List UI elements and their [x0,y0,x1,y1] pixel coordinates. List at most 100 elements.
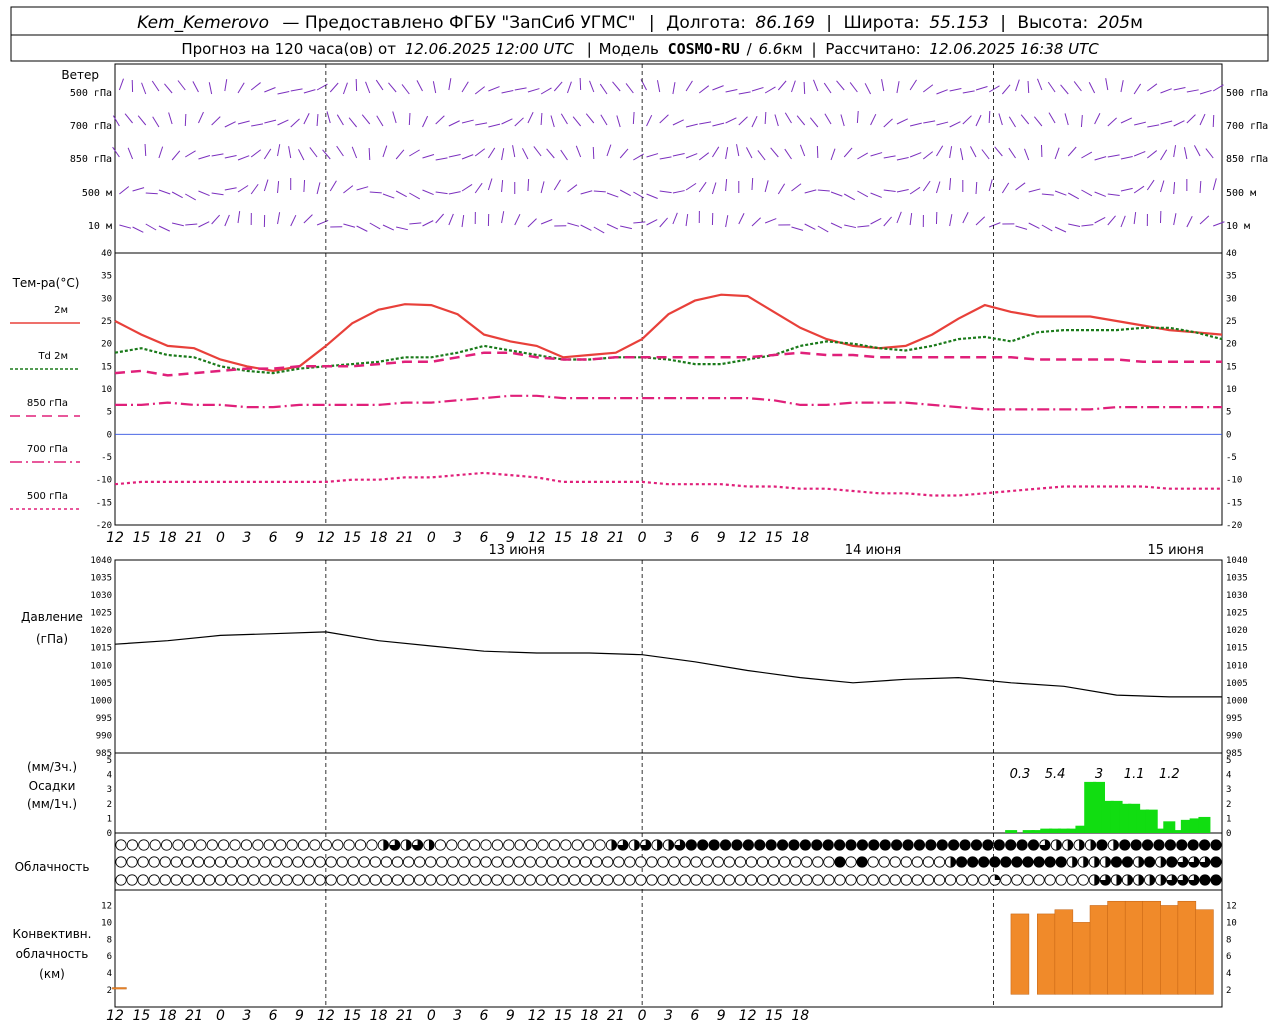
cloud-symbol-fill [978,856,989,868]
cloud-symbol [613,856,625,868]
cloud-symbol [537,839,549,851]
lat-label: Широта: [843,13,919,33]
wind-barb [277,119,289,126]
time-tick-label: 6 [269,1008,278,1024]
wind-barb [118,78,124,91]
wind-barb [736,144,740,157]
cloud-symbol-fill [1072,856,1078,868]
wind-barb [620,225,632,230]
wind-barb [659,217,668,228]
time-tick-label: 12 [528,1008,546,1024]
time-tick-label: 0 [216,530,225,546]
wind-barb [646,219,658,226]
time-tick-label: 6 [690,530,699,546]
wind-barb [1160,88,1172,94]
temp-series-line [114,471,1222,497]
cloud-symbol-fill [657,839,663,851]
wind-barb [909,186,921,195]
wind-barb [361,114,371,125]
cloud-symbol [226,856,238,868]
wind-barb [237,155,250,161]
cloud-symbol [845,874,857,886]
wind-barb [725,89,738,93]
cloud-symbol [889,874,901,886]
wind-barb [909,152,922,158]
cloud-symbol-fill [743,839,754,851]
cloud-symbol [259,874,271,886]
wind-barb [211,153,224,157]
wind-barb [461,119,474,124]
wind-barb [1133,83,1142,95]
wind-barb [796,115,806,126]
wind-barb [1094,156,1107,161]
temp-series-line [115,394,1222,411]
cloud-symbol-fill [1044,856,1056,868]
wind-barb [909,79,917,91]
cloud-symbol [380,874,393,886]
wind-barb [1120,80,1124,93]
convective-bar [1124,900,1144,995]
wind-barb [368,147,371,161]
cloud-symbol [591,856,603,868]
wind-barb [1028,188,1041,193]
wind-barb [870,152,883,157]
wind-barb [883,189,896,193]
cloud-symbol-fill [1142,839,1153,851]
cloud-symbol-fill [1187,839,1199,851]
cloud-symbol [115,839,127,851]
wind-barb [830,148,836,161]
cloud-symbol [229,839,241,851]
pressure-ytick-label: 990 [96,731,112,741]
wind-barb [599,83,608,95]
wind-barb [369,191,382,194]
cloud-symbol [922,874,935,886]
cloud-symbol [336,874,348,886]
cloud-symbol [447,856,459,868]
wind-barb [981,149,990,160]
wind-barb [592,146,595,160]
wind-barb [185,193,196,201]
convective-bar [112,987,127,990]
wind-barb [1173,213,1177,226]
lon-label: Долгота: [666,13,746,33]
wind-barb [1047,81,1056,93]
pressure-ytick-label: 1030 [90,591,112,601]
cloud-symbol [159,874,171,886]
cloud-symbol-fill [811,839,822,851]
model-name: COSMO-RU [668,40,740,58]
wind-barb [580,224,592,231]
wind-barb [365,81,371,94]
wind-barb [342,82,348,95]
cloud-symbol [126,856,138,868]
temp-ytick-label: 0 [1226,430,1231,440]
cloud-symbol [535,874,547,886]
wind-barb [168,112,173,125]
wind-barb [579,77,582,91]
wind-barb [632,111,635,125]
wind-barb [593,226,605,234]
header-line-2: Прогноз на 120 часа(ов) от 12.06.2025 12… [181,40,1099,58]
temp-series-line [114,351,1222,377]
wind-barb [975,114,982,127]
wind-barb [546,148,555,159]
wind-barb [527,111,534,124]
wind-barb [1213,221,1225,227]
wind-barb [336,145,344,157]
cloud-symbol [812,874,824,886]
wind-barb [376,115,384,127]
wind-barb [151,80,160,92]
wind-level-label: 500 гПа [70,88,112,99]
wind-barb [461,154,474,160]
wind-barb [1107,215,1116,226]
wind-barb [1133,151,1146,157]
cloud-symbol [314,874,326,886]
wind-barb [646,153,659,158]
temp-legend: 2м Td 2м 850 гПа 700 гПа 500 гПа [10,305,80,510]
time-tick-label: 6 [269,530,278,546]
cloud-symbol [292,856,304,868]
wind-barb [699,121,712,125]
wind-barb [606,144,612,157]
wind-barb [593,190,606,193]
wind-barb [474,148,486,157]
wind-barb [112,115,120,127]
